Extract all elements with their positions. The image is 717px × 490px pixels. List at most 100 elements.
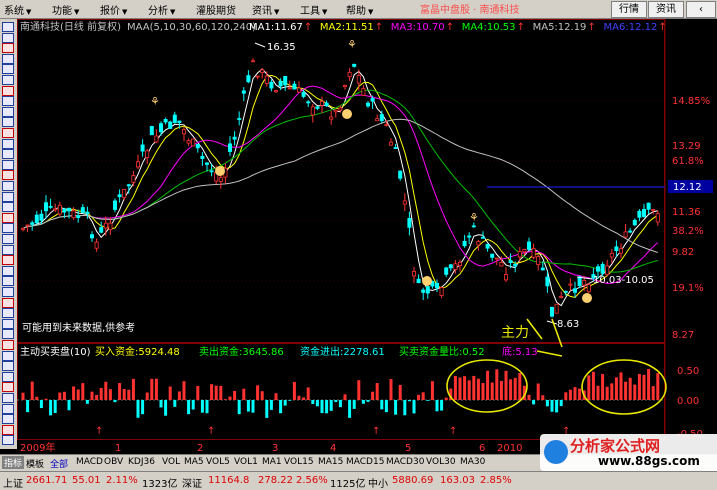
tab-template[interactable]: 模板 xyxy=(26,457,44,470)
indicator-bar xyxy=(619,372,623,400)
tab-indicator[interactable]: 指标 xyxy=(2,456,25,469)
toolbar-icon[interactable] xyxy=(2,265,14,276)
menu-info[interactable]: 资讯 ▼ xyxy=(252,2,279,17)
watermark-url: www.88gs.com xyxy=(598,454,700,468)
toolbar-icon[interactable] xyxy=(2,170,14,181)
toolbar-icon[interactable] xyxy=(2,202,14,213)
quote-button[interactable]: 行情 xyxy=(611,1,647,18)
info-button[interactable]: 资讯 xyxy=(648,1,684,18)
indicator-bar xyxy=(242,388,246,400)
menu-system[interactable]: 系统 ▼ xyxy=(4,2,31,17)
tab-ma15[interactable]: MA15 xyxy=(318,457,343,467)
toolbar-icon[interactable] xyxy=(2,403,14,414)
tab-all[interactable]: 全部 xyxy=(50,457,68,470)
toolbar-icon[interactable] xyxy=(2,32,14,43)
tab-macd15[interactable]: MACD15 xyxy=(346,457,384,467)
toolbar-icon[interactable] xyxy=(2,106,14,117)
menu-quote[interactable]: 报价 ▼ xyxy=(100,2,127,17)
candle-body xyxy=(71,210,76,219)
toolbar-icon[interactable] xyxy=(2,212,14,223)
toolbar-icon[interactable] xyxy=(2,191,14,202)
axis-label: 8.27 xyxy=(672,330,694,341)
toolbar-icon[interactable] xyxy=(2,424,14,435)
toolbar-icon[interactable] xyxy=(2,340,14,350)
tab-obv[interactable]: OBV xyxy=(104,457,123,467)
indicator-bar xyxy=(283,400,287,406)
axis-label: 61.8% xyxy=(672,156,704,167)
toolbar-icon[interactable] xyxy=(2,75,14,85)
toolbar-icon[interactable] xyxy=(2,350,14,361)
toolbar-icon[interactable] xyxy=(2,297,14,308)
toolbar-icon[interactable] xyxy=(2,244,14,255)
tab-vol5[interactable]: VOL5 xyxy=(206,457,230,467)
toolbar-icon[interactable] xyxy=(2,435,14,446)
watermark: 分析家公式网 www.88gs.com xyxy=(540,434,717,471)
axis-label: 14.85% xyxy=(672,96,710,107)
tab-kdj36[interactable]: KDJ36 xyxy=(128,457,155,467)
axis-label: 38.2% xyxy=(672,226,704,237)
indicator-bar xyxy=(656,373,660,400)
back-button[interactable]: ‹ xyxy=(686,1,716,18)
candle-body xyxy=(315,106,320,109)
indicator-bar xyxy=(642,374,646,400)
toolbar-icon[interactable] xyxy=(2,128,14,138)
indicator-bar xyxy=(504,370,508,400)
indicator-bars xyxy=(21,369,660,418)
chart-area: 南通科技(日线 前复权) MAA(5,10,30,60,120,240) MA1… xyxy=(17,19,713,454)
indicator-bar xyxy=(251,400,255,413)
menu-hk-futures[interactable]: 灌股期货 xyxy=(196,2,236,17)
tab-vol30[interactable]: VOL30 xyxy=(426,457,456,467)
toolbar-icon[interactable] xyxy=(2,382,14,393)
toolbar-icon[interactable] xyxy=(2,371,14,382)
toolbar-icon[interactable] xyxy=(2,117,14,128)
indicator-bar xyxy=(564,392,568,400)
indicator-bar xyxy=(311,400,315,404)
toolbar-icon[interactable] xyxy=(2,318,14,329)
menu-function[interactable]: 功能 ▼ xyxy=(52,2,79,17)
toolbar-icon[interactable] xyxy=(2,276,14,287)
toolbar-icon[interactable] xyxy=(2,149,14,160)
menu-analysis[interactable]: 分析 ▼ xyxy=(148,2,175,17)
candle-body xyxy=(457,262,462,266)
toolbar-icon[interactable] xyxy=(2,308,14,319)
tab-vol[interactable]: VOL xyxy=(162,457,180,467)
toolbar-icon[interactable] xyxy=(2,96,14,107)
toolbar-icon[interactable] xyxy=(2,361,14,372)
toolbar-icon[interactable] xyxy=(2,255,14,266)
toolbar-icon[interactable] xyxy=(2,22,14,32)
toolbar-icon[interactable] xyxy=(2,287,14,297)
menu-help[interactable]: 帮助 ▼ xyxy=(346,2,373,17)
toolbar-icon[interactable] xyxy=(2,138,14,149)
tab-ma30[interactable]: MA30 xyxy=(460,457,485,467)
toolbar-icon[interactable] xyxy=(2,64,14,75)
toolbar-icon[interactable] xyxy=(2,53,14,64)
toolbar-icon[interactable] xyxy=(2,85,14,96)
menu-tools[interactable]: 工具 ▼ xyxy=(300,2,327,17)
indicator-bar xyxy=(136,400,140,418)
candle-body xyxy=(177,120,182,123)
toolbar-icon[interactable] xyxy=(2,393,14,403)
tab-vol1[interactable]: VOL1 xyxy=(234,457,258,467)
indicator-bar xyxy=(605,386,609,400)
toolbar-icon[interactable] xyxy=(2,181,14,191)
peak-icon: ⚘ xyxy=(347,38,357,51)
toolbar-icon[interactable] xyxy=(2,329,14,340)
indicator-bar xyxy=(260,391,264,400)
candle-body xyxy=(365,102,370,107)
sh-percent: 2.11% xyxy=(106,475,138,486)
toolbar-icon[interactable] xyxy=(2,43,14,54)
tab-macd30[interactable]: MACD30 xyxy=(386,457,424,467)
indicator-bar xyxy=(348,400,352,418)
toolbar-icon[interactable] xyxy=(2,159,14,170)
candle-body xyxy=(168,121,173,129)
tab-ma1[interactable]: MA1 xyxy=(262,457,282,467)
candle-body xyxy=(425,286,430,294)
tab-ma5[interactable]: MA5 xyxy=(184,457,204,467)
indicator-bar xyxy=(269,400,273,410)
indicator-bar xyxy=(426,400,430,401)
tab-vol15[interactable]: VOL15 xyxy=(284,457,314,467)
toolbar-icon[interactable] xyxy=(2,223,14,234)
toolbar-icon[interactable] xyxy=(2,234,14,244)
tab-macd[interactable]: MACD xyxy=(76,457,103,467)
toolbar-icon[interactable] xyxy=(2,414,14,425)
